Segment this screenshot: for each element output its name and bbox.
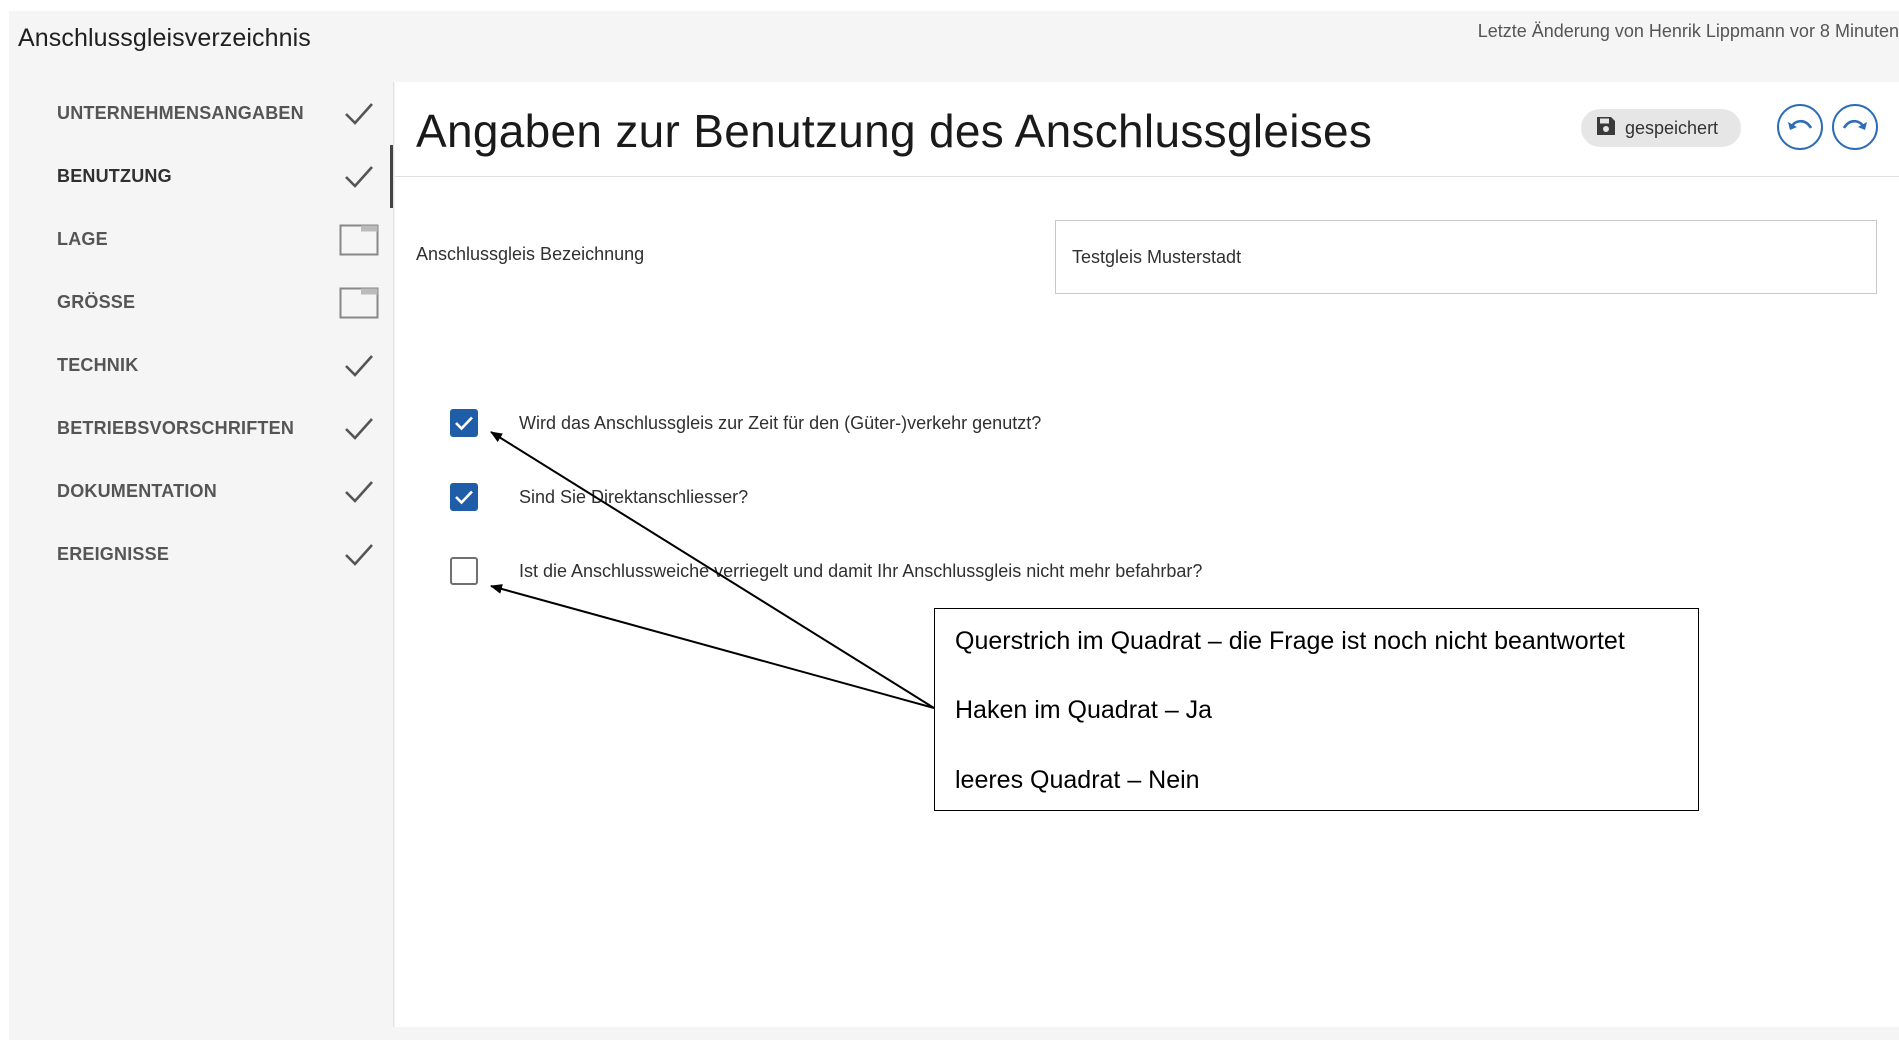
undo-button[interactable] [1777, 104, 1823, 150]
legend-line-empty: leeres Quadrat – Nein [955, 766, 1200, 794]
sidebar-item-label: BETRIEBSVORSCHRIFTEN [57, 418, 295, 438]
question-row: Ist die Anschlussweiche verriegelt und d… [450, 556, 1202, 586]
check-icon [339, 409, 379, 449]
check-icon [339, 157, 379, 197]
empty-box-icon [339, 220, 379, 260]
question-text: Sind Sie Direktanschliesser? [519, 486, 749, 507]
redo-icon [1841, 115, 1869, 140]
check-icon [339, 346, 379, 386]
sidebar-item-benutzung[interactable]: BENUTZUNG [9, 145, 394, 208]
undo-icon [1786, 115, 1814, 140]
legend-line-check: Haken im Quadrat – Ja [955, 696, 1213, 724]
legend-callout: Querstrich im Quadrat – die Frage ist no… [934, 608, 1699, 811]
sidebar-item-dokumentation[interactable]: DOKUMENTATION [9, 460, 394, 523]
sidebar-item-ereignisse[interactable]: EREIGNISSE [9, 523, 394, 586]
app-title: Anschlussgleisverzeichnis [18, 24, 311, 52]
check-icon [339, 535, 379, 575]
sidebar-item-label: DOKUMENTATION [57, 481, 217, 501]
sidebar-item-unternehmensangaben[interactable]: UNTERNEHMENSANGABEN [9, 82, 394, 145]
sidebar-item-label: GRÖSSE [57, 292, 136, 312]
active-nav-indicator [390, 145, 393, 208]
question-text: Ist die Anschlussweiche verriegelt und d… [519, 560, 1203, 581]
sidebar-item-label: LAGE [57, 229, 108, 249]
question-checkbox[interactable] [450, 409, 478, 437]
last-change-info: Letzte Änderung von Henrik Lippmann vor … [1477, 21, 1899, 41]
question-row: Sind Sie Direktanschliesser? [450, 482, 748, 512]
redo-button[interactable] [1832, 104, 1878, 150]
check-icon [339, 472, 379, 512]
track-name-label: Anschlussgleis Bezeichnung [416, 244, 645, 264]
track-name-input[interactable] [1055, 220, 1877, 294]
sidebar-item-label: TECHNIK [57, 355, 139, 375]
question-checkbox[interactable] [450, 483, 478, 511]
main-panel: Angaben zur Benutzung des Anschlussgleis… [395, 82, 1899, 1027]
empty-box-icon [339, 283, 379, 323]
sidebar-item-label: BENUTZUNG [57, 166, 172, 186]
sidebar-item-groesse[interactable]: GRÖSSE [9, 271, 394, 334]
sidebar-item-technik[interactable]: TECHNIK [9, 334, 394, 397]
check-icon [339, 94, 379, 134]
header-divider [395, 176, 1899, 177]
sidebar-item-betriebsvorschriften[interactable]: BETRIEBSVORSCHRIFTEN [9, 397, 394, 460]
legend-line-dash: Querstrich im Quadrat – die Frage ist no… [955, 627, 1625, 655]
page-title: Angaben zur Benutzung des Anschlussgleis… [416, 105, 1373, 157]
question-checkbox[interactable] [450, 557, 478, 585]
sidebar-nav: UNTERNEHMENSANGABEN BENUTZUNG LAGE GRÖSS… [9, 82, 394, 1027]
saved-status-label: gespeichert [1625, 117, 1719, 138]
question-text: Wird das Anschlussgleis zur Zeit für den… [519, 412, 1042, 433]
sidebar-item-label: UNTERNEHMENSANGABEN [57, 103, 304, 123]
save-disk-icon [1595, 115, 1617, 142]
saved-status-badge: gespeichert [1581, 109, 1741, 147]
sidebar-item-label: EREIGNISSE [57, 544, 170, 564]
question-row: Wird das Anschlussgleis zur Zeit für den… [450, 408, 1041, 438]
sidebar-item-lage[interactable]: LAGE [9, 208, 394, 271]
